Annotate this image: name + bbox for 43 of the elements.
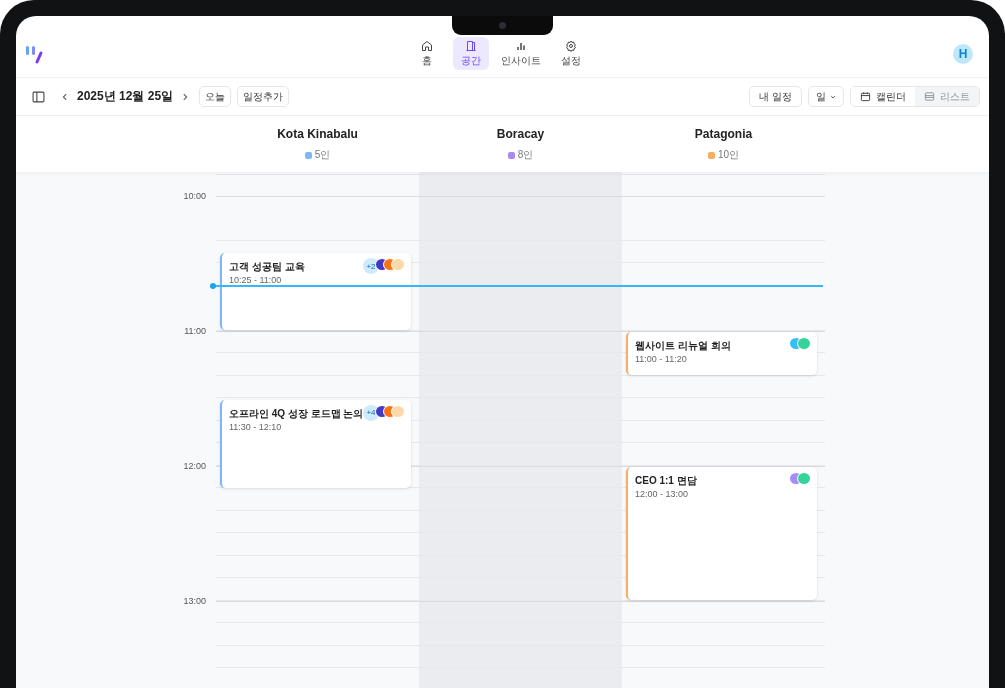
settings-icon [565, 39, 577, 52]
space-name: Patagonia [694, 127, 753, 141]
event-title: 오프라인 4Q 성장 로드맵 논의 [229, 407, 364, 420]
nav-tab[interactable]: 인사이트 [497, 37, 545, 70]
chevron-left-icon[interactable] [61, 92, 69, 101]
home-icon [421, 39, 433, 52]
today-button[interactable]: 오늘 [199, 86, 232, 107]
hour-label: 11:00 [184, 326, 206, 336]
event-title: CEO 1:1 면담 [635, 475, 697, 487]
nav-tab[interactable]: 홈 [409, 37, 445, 70]
calendar-icon [860, 91, 871, 102]
caret-icon [830, 93, 836, 100]
sidebar-toggle-icon[interactable] [32, 90, 45, 103]
space-name: Kota Kinabalu [277, 127, 358, 141]
event-card[interactable]: 오프라인 4Q 성장 로드맵 논의 11:30 - 12:10 +4 [220, 399, 411, 488]
hour-label: 12:00 [183, 461, 206, 471]
add-event-button[interactable]: 일정추가 [237, 86, 290, 107]
capacity-label: 8인 [507, 148, 534, 162]
capacity-label: 10인 [707, 148, 740, 162]
nav-tab[interactable]: 공간 [453, 37, 489, 70]
event-card[interactable]: 웹사이트 리뉴얼 회의 11:00 - 11:20 [626, 332, 817, 375]
nav-tab[interactable]: 설정 [553, 37, 589, 70]
event-card[interactable]: 고객 성공팀 교육 10:25 - 11:00 +2 [220, 253, 411, 330]
more-attendees-count: +4 [363, 404, 379, 421]
logo-icon [25, 43, 45, 64]
event-card[interactable]: CEO 1:1 면담 12:00 - 13:00 [626, 467, 817, 600]
event-time: 12:00 - 13:00 [635, 489, 690, 500]
event-title: 고객 성공팀 교육 [229, 261, 305, 274]
chevron-right-icon[interactable] [181, 92, 190, 101]
my-schedule-button[interactable]: 내 일정 [749, 86, 802, 107]
event-time: 11:30 - 12:10 [229, 421, 283, 433]
event-time: 11:00 - 11:20 [635, 354, 688, 365]
current-date: 2025년 12월 25일 [77, 88, 174, 105]
capacity-label: 5인 [304, 148, 331, 162]
space-name: Boracay [496, 127, 545, 141]
more-attendees-count: +2 [363, 258, 379, 275]
event-time: 10:25 - 11:00 [229, 275, 283, 287]
hour-label: 13:00 [183, 596, 206, 606]
list-icon [924, 91, 935, 102]
hour-label: 10:00 [183, 191, 206, 201]
door-icon [465, 39, 477, 52]
range-dropdown[interactable]: 일 [808, 86, 844, 107]
event-title: 웹사이트 리뉴얼 회의 [635, 340, 731, 352]
